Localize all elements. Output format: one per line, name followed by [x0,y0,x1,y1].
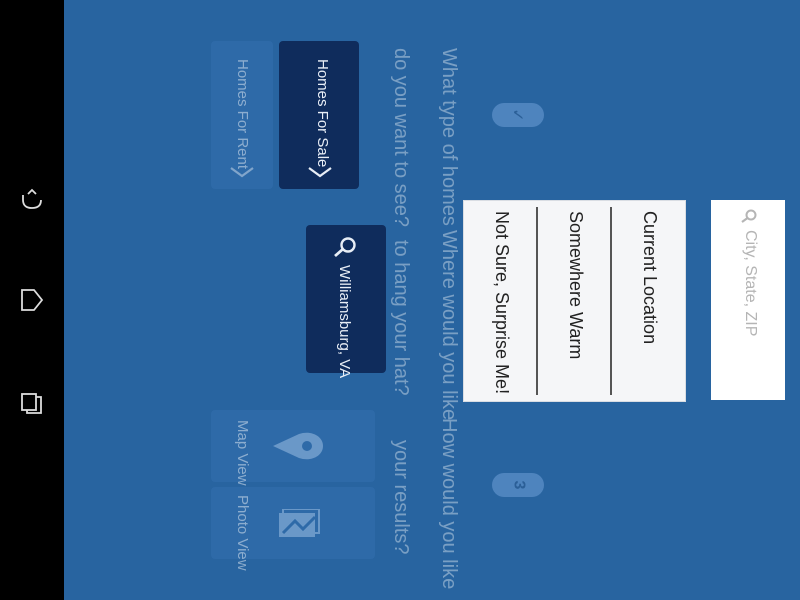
homes-for-sale-button[interactable]: Homes For Sale [279,41,359,189]
map-view-button[interactable]: Map View [211,410,375,486]
dropdown-item-surprise-me[interactable]: Not Sure, Surprise Me! [462,207,536,395]
search-icon [330,235,360,264]
system-nav-bar [0,0,64,600]
map-pin-icon [271,428,327,469]
divider [536,207,538,395]
homes-for-rent-label: Homes For Rent [234,59,251,170]
step-1-check-badge: ✓ [492,103,544,127]
step-3-question-line-1: How would you like [438,418,460,590]
step-3-number: 3 [510,480,527,490]
dropdown-item-somewhere-warm[interactable]: Somewhere Warm [536,207,610,395]
map-view-label: Map View [234,420,251,486]
check-icon: ✓ [509,108,526,122]
app-content: ✓ What type of homes do you want to see?… [64,0,800,600]
selected-location-label: Williamsburg, VA [336,265,353,379]
divider [610,207,612,395]
dropdown-item-current-location[interactable]: Current Location [610,207,684,395]
step-2-question-line-1: Where would you like [438,230,460,421]
photo-icon [275,508,323,546]
photo-view-button[interactable]: Photo View [211,487,375,571]
location-suggestions-dropdown: Current Location Somewhere Warm Not Sure… [463,200,686,402]
home-icon[interactable] [8,276,56,324]
step-1-question-line-1: What type of homes [438,48,460,226]
dropdown-item-label: Current Location [640,211,660,345]
chevron-down-icon [307,165,333,184]
step-3-question-line-2: your results? [390,440,412,555]
location-search-input[interactable]: City, State, ZIP [711,200,785,400]
step-2-question-line-2: to hang your hat? [390,240,412,396]
search-icon [739,208,759,229]
homes-for-sale-label: Homes For Sale [314,59,331,168]
back-icon[interactable] [8,176,56,224]
photo-view-label: Photo View [234,495,251,571]
step-1-question-line-2: do you want to see? [390,48,412,228]
homes-for-rent-button[interactable]: Homes For Rent [211,41,273,189]
selected-location-button[interactable]: Williamsburg, VA [306,225,386,378]
search-placeholder: City, State, ZIP [742,230,759,337]
recent-apps-icon[interactable] [8,378,56,426]
dropdown-item-label: Not Sure, Surprise Me! [492,211,512,395]
step-3-badge: 3 [492,473,544,497]
screen: ✓ What type of homes do you want to see?… [0,0,800,600]
chevron-down-icon [229,165,255,184]
dropdown-item-label: Somewhere Warm [566,211,586,360]
